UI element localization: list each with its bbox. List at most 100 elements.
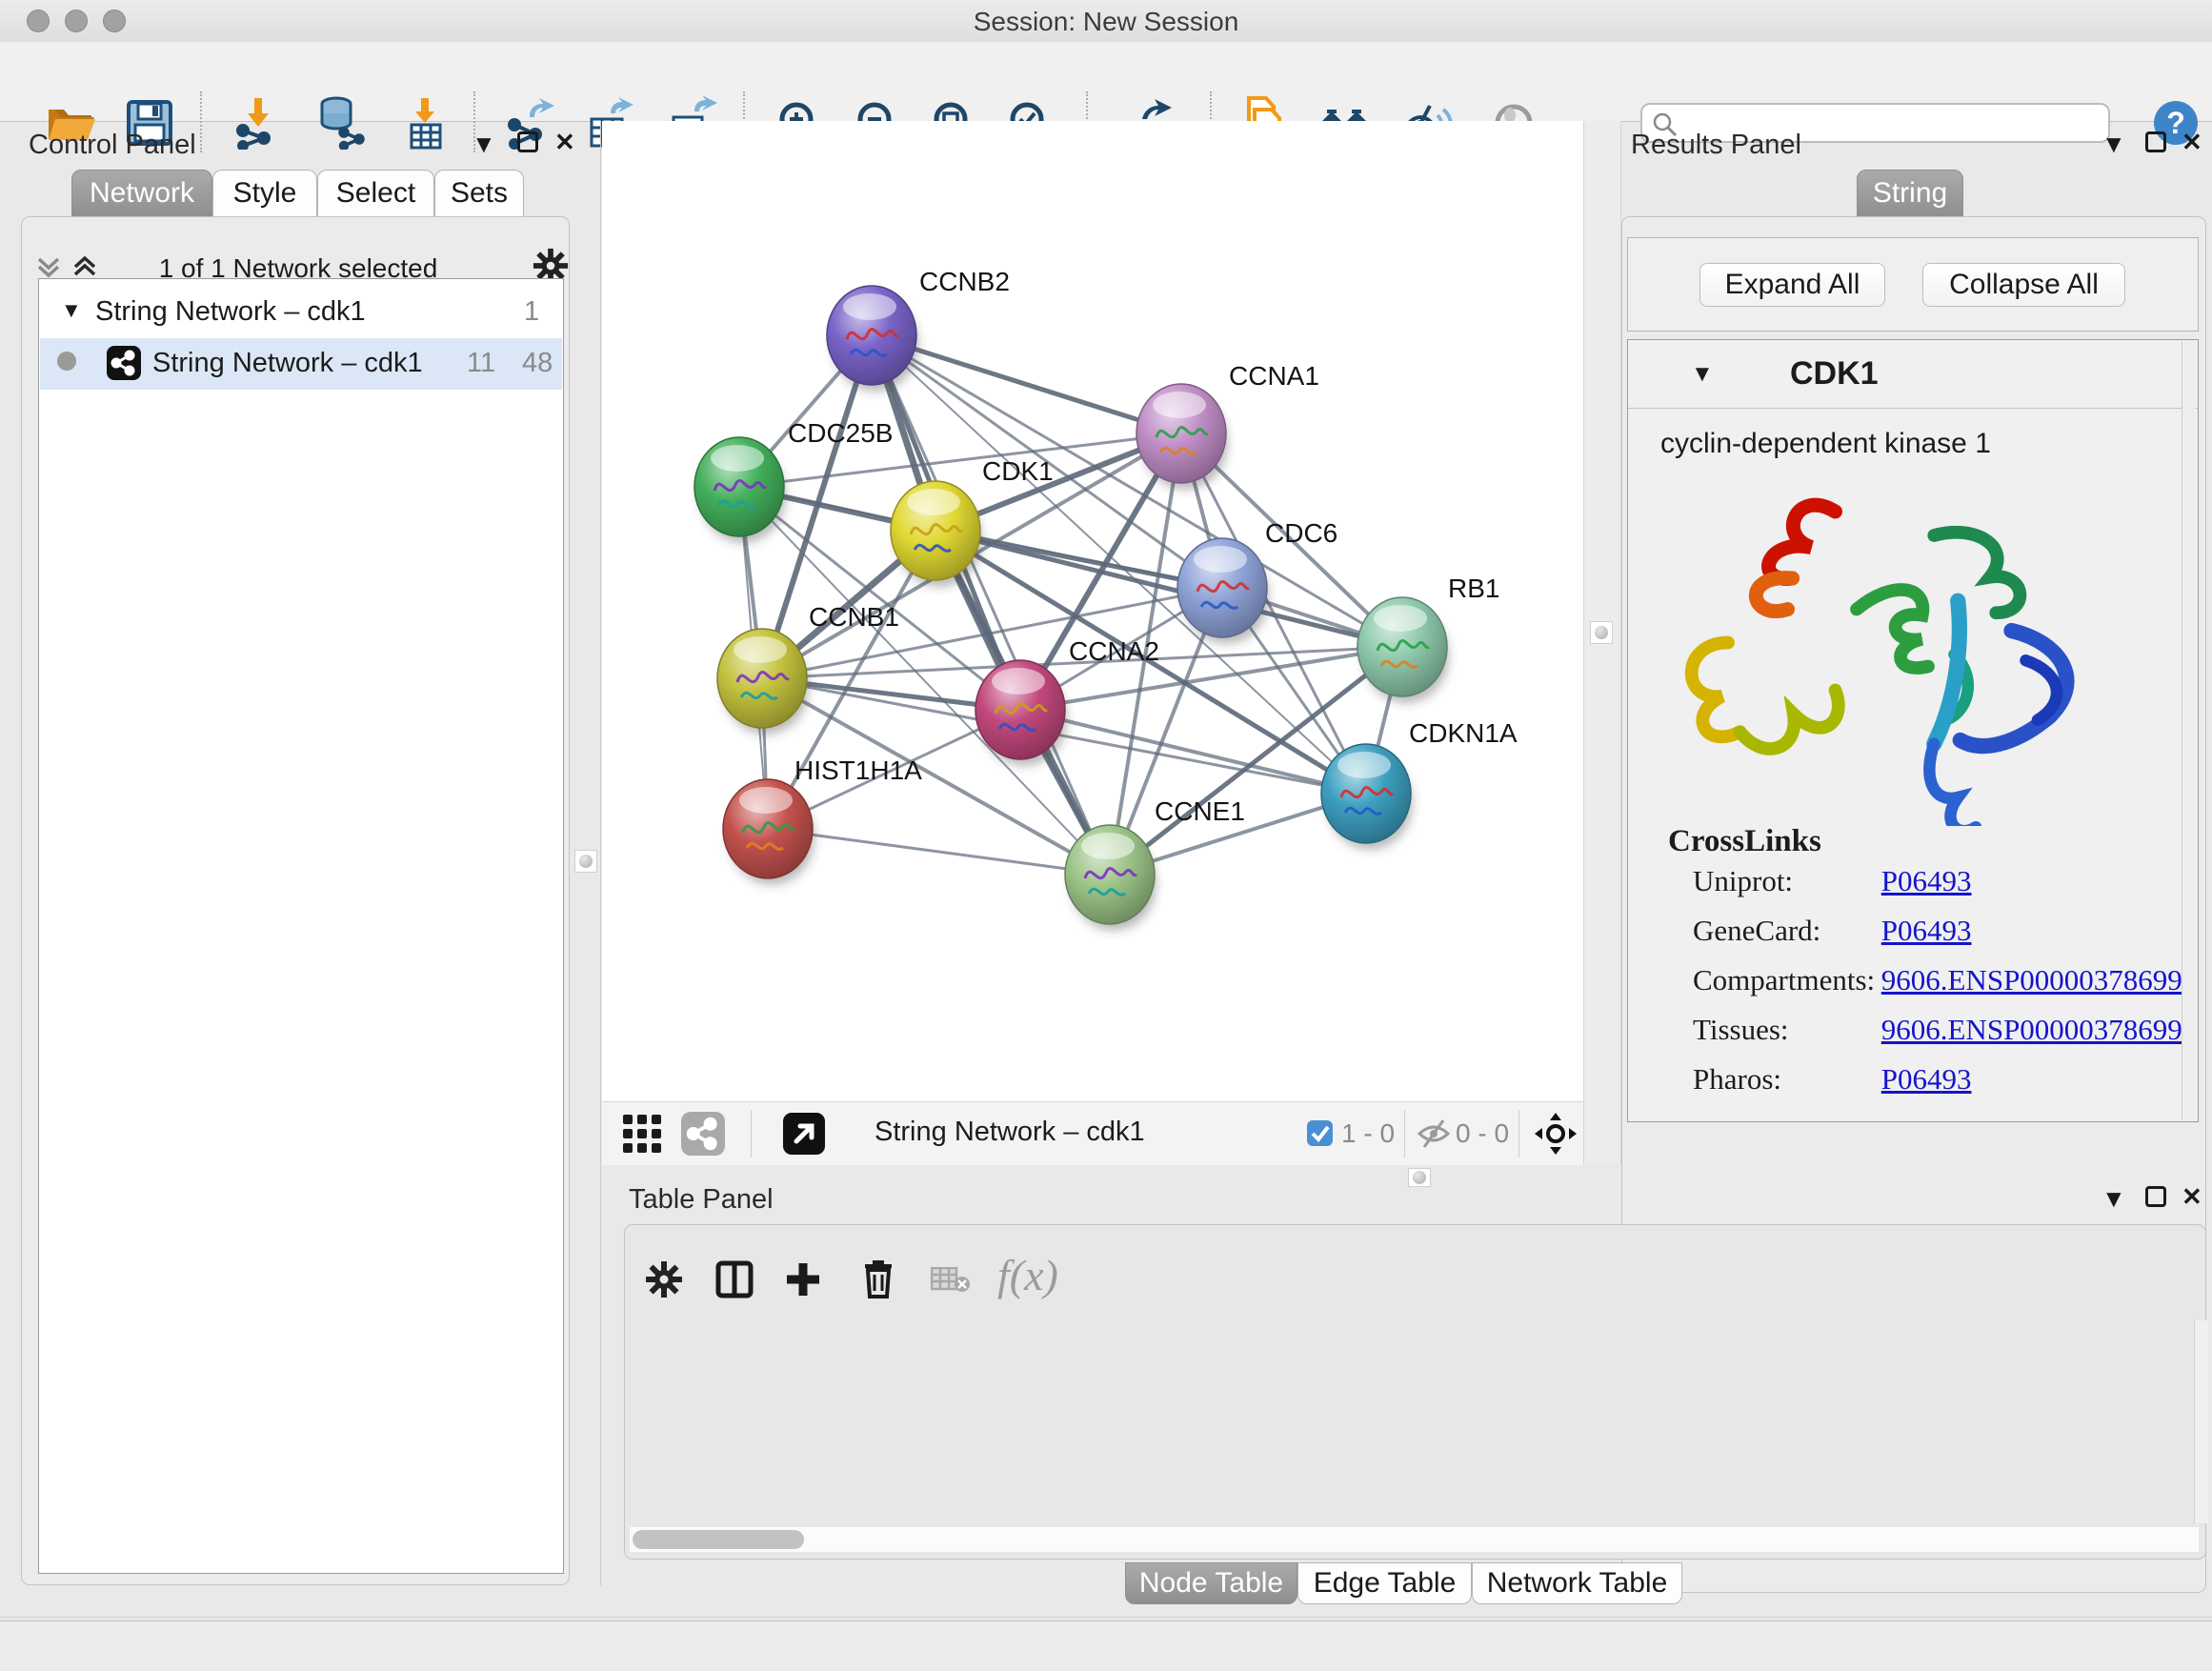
network-node-CDKN1A[interactable]: CDKN1A <box>1321 718 1518 850</box>
string-view-icon[interactable] <box>681 1112 725 1156</box>
collection-label: String Network – cdk1 <box>95 296 366 328</box>
network-edge-count: 48 <box>522 348 553 379</box>
toolbar-separator <box>751 1110 752 1158</box>
results-panel-close-icon[interactable]: ✕ <box>2182 130 2202 154</box>
results-panel-menu-icon[interactable]: ▼ <box>2101 131 2126 156</box>
network-view-toolbar: String Network – cdk1 1 - 0 0 - 0 <box>602 1101 1583 1165</box>
tab-sets[interactable]: Sets <box>434 170 524 217</box>
selected-node-edge-count: 1 - 0 <box>1341 1118 1395 1149</box>
results-panel-title: Results Panel <box>1631 130 1801 161</box>
add-column-icon[interactable] <box>784 1260 822 1299</box>
control-panel-close-icon[interactable]: ✕ <box>554 130 575 154</box>
table-panel-menu-icon[interactable]: ▼ <box>2101 1186 2126 1211</box>
status-divider <box>0 1617 2212 1618</box>
crosslink-compartments-link[interactable]: 9606.ENSP00000378699 <box>1881 963 2182 997</box>
hidden-eye-icon <box>1416 1117 1452 1151</box>
right-splitter-handle[interactable] <box>1590 621 1613 644</box>
network-node-RB1[interactable]: RB1 <box>1357 574 1499 703</box>
toolbar-separator <box>200 91 202 152</box>
network-node-HIST1H1A[interactable]: HIST1H1A <box>723 755 922 885</box>
network-node-label: CCNA1 <box>1229 361 1319 391</box>
tab-network-table[interactable]: Network Table <box>1472 1562 1682 1604</box>
delete-column-icon[interactable] <box>859 1258 897 1299</box>
network-row-selected[interactable]: String Network – cdk1 11 48 <box>40 338 562 390</box>
network-node-label: CDC6 <box>1265 518 1337 548</box>
expand-collapse-bar: Expand All Collapse All <box>1627 237 2199 332</box>
network-edge-HIST1H1A-CCNE1[interactable] <box>768 829 1110 875</box>
results-scrollbar[interactable] <box>2182 341 2196 1120</box>
crosslink-label: Tissues: <box>1693 1013 1874 1047</box>
title-bar: Session: New Session <box>0 0 2212 43</box>
crosslink-pharos-link[interactable]: P06493 <box>1881 1062 1972 1096</box>
network-canvas[interactable]: CCNB2CCNA1CDC25BCDK1CDC6RB1CCNB1CCNA2CDK… <box>602 121 1583 1101</box>
crosslink-label: Pharos: <box>1693 1062 1874 1097</box>
scrollbar-thumb[interactable] <box>633 1530 804 1549</box>
table-panel-float-icon[interactable] <box>2145 1186 2166 1207</box>
window-title: Session: New Session <box>0 7 2212 37</box>
show-columns-icon[interactable] <box>715 1260 754 1299</box>
selected-checkbox-icon[interactable] <box>1307 1120 1333 1146</box>
protein-card-header[interactable]: ▼ CDK1 <box>1628 340 2198 409</box>
network-edge-CCNB2-CCNA1[interactable] <box>872 335 1181 433</box>
protein-collapse-icon[interactable]: ▼ <box>1691 361 1714 388</box>
main-toolbar: ? <box>0 42 2212 122</box>
left-splitter[interactable] <box>600 121 601 1585</box>
status-bar: Memory <box>0 1621 2212 1671</box>
network-edge-CCNB2-CCNE1[interactable] <box>872 335 1110 875</box>
application-window: Session: New Session <box>0 0 2212 1671</box>
results-panel-float-icon[interactable] <box>2145 131 2166 152</box>
tab-node-table[interactable]: Node Table <box>1125 1562 1297 1604</box>
table-panel: f(x) shared name name canonical name dat… <box>624 1224 2206 1560</box>
network-node-label: HIST1H1A <box>794 755 922 785</box>
detach-view-icon[interactable] <box>783 1113 825 1155</box>
network-node-label: CCNB2 <box>919 267 1010 296</box>
network-collection-row[interactable]: ▼ String Network – cdk1 1 <box>40 287 562 338</box>
network-edge-CCNA2-CDKN1A[interactable] <box>1020 710 1366 794</box>
protein-card: ▼ CDK1 cyclin-dependent kinase 1 CrossLi… <box>1627 339 2199 1122</box>
network-status-dot-icon <box>57 352 76 371</box>
table-options-gear-icon[interactable] <box>645 1260 683 1299</box>
network-node-label: RB1 <box>1448 574 1499 603</box>
birdseye-navigator-icon[interactable] <box>1534 1112 1578 1156</box>
network-tree: ▼ String Network – cdk1 1 String Network… <box>38 278 564 1574</box>
network-node-CCNE1[interactable]: CCNE1 <box>1065 796 1245 931</box>
protein-structure-image <box>1657 464 2133 826</box>
protein-name: CDK1 <box>1790 355 1879 393</box>
tab-edge-table[interactable]: Edge Table <box>1297 1562 1472 1604</box>
tab-style[interactable]: Style <box>212 170 317 217</box>
crosslink-row: Tissues: 9606.ENSP00000378699 <box>1693 1013 2188 1055</box>
import-network-file-icon[interactable] <box>231 96 285 150</box>
horizontal-splitter-handle[interactable] <box>1408 1168 1431 1187</box>
crosslink-label: Compartments: <box>1693 963 1874 997</box>
table-panel-close-icon[interactable]: ✕ <box>2182 1184 2202 1209</box>
crosslink-uniprot-link[interactable]: P06493 <box>1881 864 1972 897</box>
left-splitter-handle[interactable] <box>574 850 597 873</box>
collapse-all-button[interactable]: Collapse All <box>1922 263 2125 307</box>
grid-view-icon[interactable] <box>621 1113 663 1155</box>
toolbar-separator <box>1518 1110 1519 1158</box>
crosslink-tissues-link[interactable]: 9606.ENSP00000378699 <box>1881 1013 2182 1046</box>
import-table-file-icon[interactable] <box>398 96 452 150</box>
crosslinks-heading: CrossLinks <box>1668 824 1821 859</box>
crosslink-row: Uniprot: P06493 <box>1693 864 2188 906</box>
table-vertical-scrollbar[interactable] <box>2194 1320 2208 1523</box>
control-panel-title: Control Panel <box>29 130 196 161</box>
tab-network[interactable]: Network <box>71 170 212 217</box>
import-network-database-icon[interactable] <box>313 96 367 150</box>
table-horizontal-scrollbar[interactable] <box>630 1527 2199 1552</box>
network-node-label: CCNE1 <box>1155 796 1245 826</box>
collection-expand-icon[interactable]: ▼ <box>61 298 82 323</box>
expand-all-button[interactable]: Expand All <box>1699 263 1885 307</box>
crosslink-label: GeneCard: <box>1693 914 1874 948</box>
network-node-CCNA1[interactable]: CCNA1 <box>1136 361 1319 490</box>
tab-select[interactable]: Select <box>317 170 434 217</box>
network-node-label: CDC25B <box>788 418 893 448</box>
protein-description: cyclin-dependent kinase 1 <box>1660 428 1991 460</box>
control-panel-menu-icon[interactable]: ▼ <box>472 131 496 156</box>
crosslink-label: Uniprot: <box>1693 864 1874 898</box>
delete-table-icon-disabled <box>931 1267 971 1294</box>
tab-string[interactable]: String <box>1857 170 1963 217</box>
crosslink-row: GeneCard: P06493 <box>1693 914 2188 956</box>
control-panel-float-icon[interactable] <box>517 131 538 152</box>
crosslink-genecard-link[interactable]: P06493 <box>1881 914 1972 947</box>
